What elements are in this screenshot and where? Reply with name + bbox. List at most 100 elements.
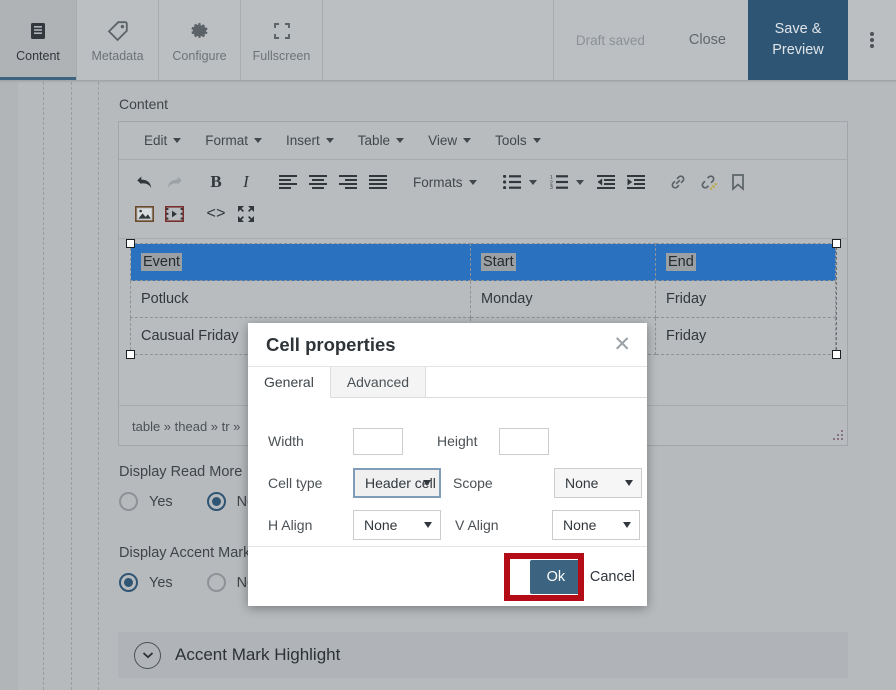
- more-vertical-icon[interactable]: [848, 0, 896, 80]
- h-align-label: H Align: [268, 517, 313, 533]
- bullet-list-icon: [497, 168, 527, 196]
- formats-label: Formats: [413, 174, 463, 190]
- radio-button-selected[interactable]: [119, 573, 138, 592]
- menu-label: Edit: [144, 133, 168, 148]
- align-center-icon[interactable]: [303, 168, 333, 196]
- dialog-footer: Ok Cancel: [248, 546, 647, 606]
- app-toolbar: Content Metadata Configure Fullscreen Dr…: [0, 0, 896, 80]
- accordion-accent-mark-highlight[interactable]: Accent Mark Highlight: [118, 632, 848, 678]
- menu-edit[interactable]: Edit: [133, 129, 192, 152]
- menu-view[interactable]: View: [417, 129, 482, 152]
- tab-general[interactable]: General: [248, 367, 331, 398]
- nav-tab-label: Fullscreen: [252, 48, 311, 63]
- radio-button-selected[interactable]: [206, 492, 226, 511]
- chevron-down-icon: [325, 138, 334, 143]
- chevron-down-icon: [424, 522, 432, 528]
- tab-advanced[interactable]: Advanced: [330, 367, 427, 397]
- bold-icon[interactable]: B: [201, 168, 231, 196]
- document-lines-icon: [28, 18, 48, 44]
- cell-type-select[interactable]: Header cell: [353, 468, 441, 498]
- save-and-preview-button[interactable]: Save & Preview: [748, 0, 848, 80]
- cancel-button[interactable]: Cancel: [590, 569, 637, 585]
- formats-menu-button[interactable]: Formats: [405, 171, 485, 194]
- toolbar-spacer: [323, 0, 554, 80]
- field-display-accent-mark: Display Accent Mark Yes No: [119, 545, 255, 592]
- table-cell[interactable]: Friday: [655, 317, 836, 355]
- table-header-cell[interactable]: Start: [470, 243, 656, 281]
- nav-tab-fullscreen[interactable]: Fullscreen: [241, 0, 323, 80]
- chevron-down-icon: [173, 138, 182, 143]
- source-code-icon[interactable]: <>: [201, 200, 231, 228]
- media-icon[interactable]: [159, 200, 189, 228]
- accordion-title: Accent Mark Highlight: [175, 645, 341, 664]
- redo-icon[interactable]: [159, 168, 189, 196]
- table-resize-handle[interactable]: [832, 239, 841, 248]
- scope-select[interactable]: None: [554, 468, 642, 498]
- align-right-icon[interactable]: [333, 168, 363, 196]
- numbered-list-button[interactable]: 123: [544, 168, 591, 196]
- width-input[interactable]: [353, 427, 403, 455]
- italic-icon[interactable]: I: [231, 168, 261, 196]
- form-row-align: H Align None V Align None: [268, 504, 647, 546]
- h-align-value: None: [364, 517, 398, 533]
- nav-tab-metadata[interactable]: Metadata: [77, 0, 159, 80]
- nav-tab-label: Content: [16, 48, 60, 63]
- height-input[interactable]: [499, 427, 549, 455]
- table-header-cell[interactable]: End: [655, 243, 836, 281]
- radio-option-yes[interactable]: Yes: [119, 492, 173, 511]
- radio-group: Yes No: [119, 492, 255, 511]
- grid-line: [71, 82, 72, 690]
- toolbar-row-2: <>: [129, 198, 839, 230]
- close-icon[interactable]: ✕: [613, 334, 631, 355]
- tag-icon: [107, 18, 129, 44]
- table-resize-handle[interactable]: [832, 350, 841, 359]
- table-header-cell[interactable]: Event: [130, 243, 471, 281]
- form-row-size: Width Height: [268, 420, 647, 462]
- editor-toolbar: B I Formats 1 2 3 <>: [119, 160, 847, 239]
- resize-grip-icon[interactable]: [830, 429, 844, 443]
- table-cell[interactable]: Friday: [655, 280, 836, 318]
- cell-properties-dialog: Cell properties ✕ General Advanced Width…: [248, 323, 647, 606]
- form-row-cell-type: Cell type Header cell Scope None: [268, 462, 647, 504]
- draft-saved-status: Draft saved: [575, 32, 645, 48]
- v-align-select[interactable]: None: [552, 510, 640, 540]
- align-left-icon[interactable]: [273, 168, 303, 196]
- outdent-icon[interactable]: [591, 168, 621, 196]
- radio-label: Yes: [149, 574, 173, 591]
- indent-icon[interactable]: [621, 168, 651, 196]
- table-cell[interactable]: Monday: [470, 280, 656, 318]
- chevron-down-icon: [423, 480, 431, 486]
- link-icon[interactable]: [663, 168, 693, 196]
- bullet-list-button[interactable]: [497, 168, 544, 196]
- table-head: Event Start End: [130, 243, 836, 281]
- toolbar-actions: Draft saved Close Save & Preview: [553, 0, 896, 80]
- nav-tab-configure[interactable]: Configure: [159, 0, 241, 80]
- menu-label: Tools: [495, 133, 527, 148]
- close-button[interactable]: Close: [667, 0, 748, 80]
- table-header-text: End: [666, 253, 696, 271]
- table-cell[interactable]: Potluck: [130, 280, 471, 318]
- fullscreen-icon[interactable]: [231, 200, 261, 228]
- chevron-down-icon: [528, 179, 537, 185]
- radio-option-yes[interactable]: Yes: [119, 573, 173, 592]
- menu-format[interactable]: Format: [194, 129, 273, 152]
- nav-tab-content[interactable]: Content: [0, 0, 77, 80]
- undo-icon[interactable]: [129, 168, 159, 196]
- field-label: Display Accent Mark: [119, 545, 251, 561]
- unlink-icon[interactable]: [693, 168, 723, 196]
- grid-line: [43, 82, 44, 690]
- h-align-select[interactable]: None: [353, 510, 441, 540]
- table-resize-handle[interactable]: [126, 350, 135, 359]
- ok-button[interactable]: Ok: [529, 559, 582, 594]
- image-icon[interactable]: [129, 200, 159, 228]
- align-justify-icon[interactable]: [363, 168, 393, 196]
- radio-button[interactable]: [206, 573, 226, 592]
- anchor-icon[interactable]: [723, 168, 753, 196]
- dialog-form: Width Height Cell type Header cell Scope…: [248, 398, 647, 546]
- radio-button[interactable]: [119, 492, 138, 511]
- table-resize-handle[interactable]: [126, 239, 135, 248]
- menu-table[interactable]: Table: [347, 129, 415, 152]
- nav-tab-label: Metadata: [91, 48, 144, 63]
- menu-tools[interactable]: Tools: [484, 129, 552, 152]
- menu-insert[interactable]: Insert: [275, 129, 345, 152]
